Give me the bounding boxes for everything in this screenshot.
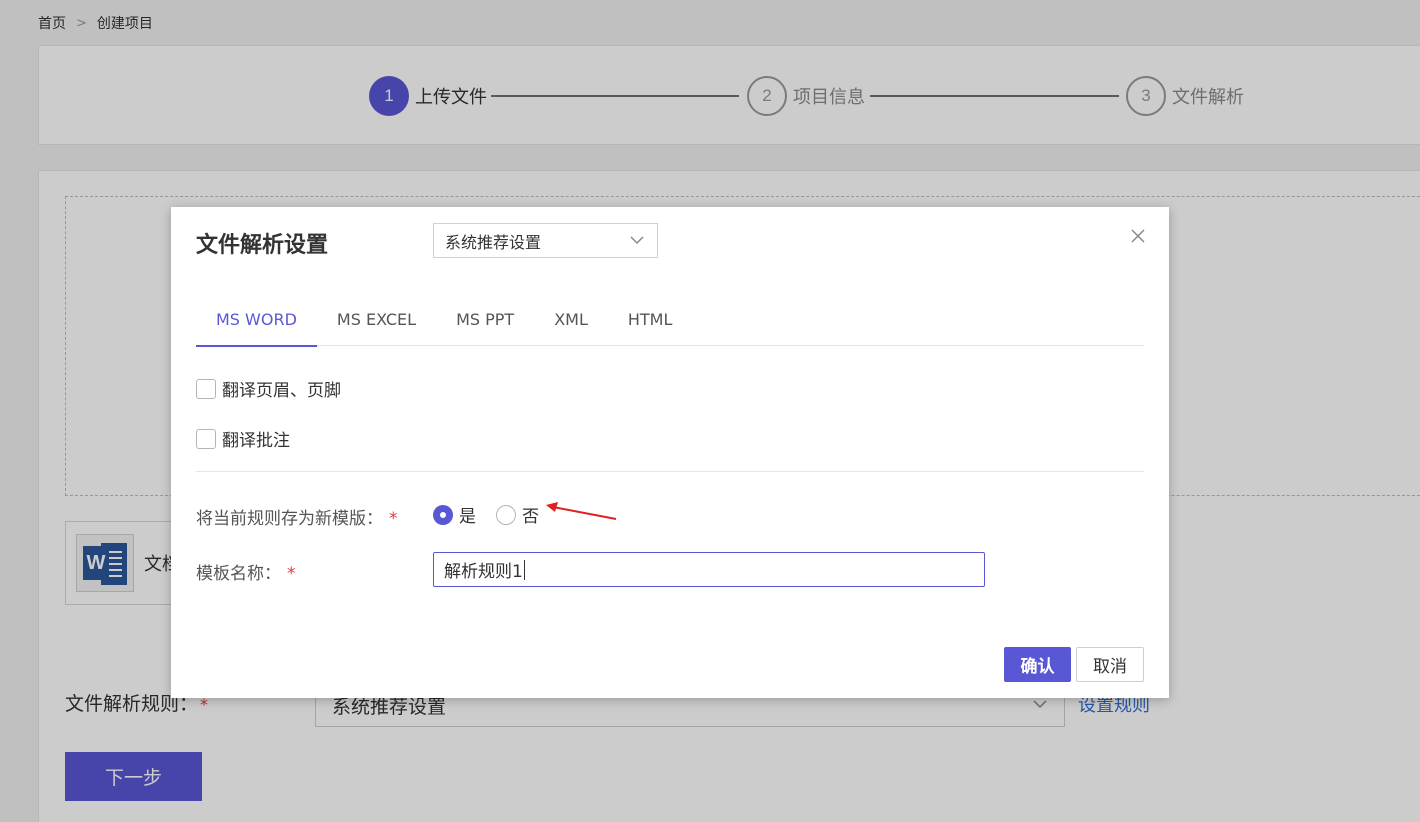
radio-no[interactable]: [496, 504, 516, 525]
template-name-value: 解析规则1: [444, 562, 523, 582]
save-template-label: 将当前规则存为新模版： *: [196, 509, 398, 529]
tab-ms-word[interactable]: MS WORD: [196, 300, 317, 347]
template-name-label: 模板名称： *: [196, 564, 296, 584]
radio-yes-label[interactable]: 是: [459, 502, 476, 527]
tab-ms-ppt[interactable]: MS PPT: [436, 300, 534, 346]
checkbox-header-footer[interactable]: [196, 378, 216, 399]
radio-yes[interactable]: [433, 504, 453, 525]
tab-xml[interactable]: XML: [534, 300, 608, 346]
option-header-footer-label: 翻译页眉、页脚: [222, 381, 341, 401]
tab-html[interactable]: HTML: [608, 300, 693, 346]
chevron-down-icon: [629, 230, 645, 254]
cancel-button[interactable]: 取消: [1076, 647, 1144, 682]
format-tabs: MS WORD MS EXCEL MS PPT XML HTML: [196, 300, 1144, 347]
option-header-footer[interactable]: 翻译页眉、页脚: [196, 376, 341, 401]
template-name-input[interactable]: 解析规则1: [433, 552, 985, 587]
close-icon[interactable]: [1129, 227, 1147, 245]
modal-title: 文件解析设置: [196, 233, 329, 258]
tab-ms-excel[interactable]: MS EXCEL: [317, 300, 436, 346]
divider: [196, 471, 1144, 472]
text-caret: [523, 559, 525, 580]
confirm-button[interactable]: 确认: [1004, 647, 1071, 682]
preset-select-value: 系统推荐设置: [445, 232, 542, 252]
red-arrow-icon: [546, 502, 617, 520]
checkbox-comments[interactable]: [196, 428, 216, 449]
parse-settings-modal: 文件解析设置 系统推荐设置 MS WORD MS EXCEL MS PPT XM…: [171, 207, 1169, 698]
option-comments-label: 翻译批注: [222, 431, 290, 451]
option-comments[interactable]: 翻译批注: [196, 426, 290, 451]
radio-no-label[interactable]: 否: [522, 502, 539, 527]
preset-select[interactable]: 系统推荐设置: [433, 223, 658, 258]
